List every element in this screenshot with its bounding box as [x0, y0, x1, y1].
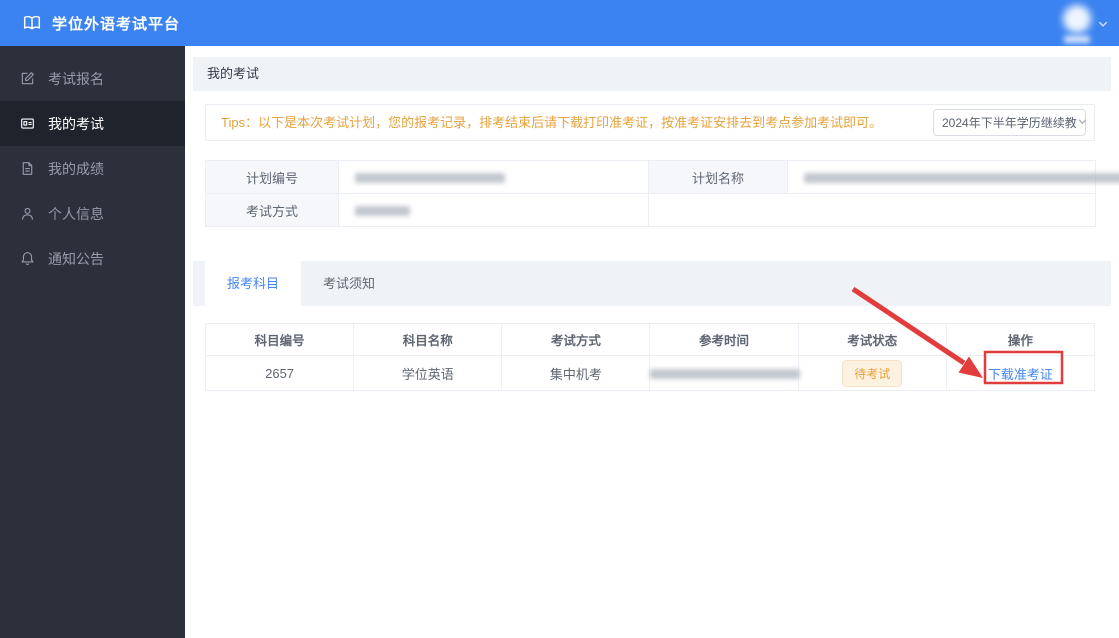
sidebar-item-label: 通知公告 [48, 250, 104, 267]
score-document-icon [20, 161, 35, 176]
open-book-icon [22, 14, 42, 32]
subject-status: 待考试 [797, 355, 947, 391]
redacted-value [355, 206, 410, 217]
tab-registered-subjects[interactable]: 报考科目 [205, 261, 301, 306]
subject-code: 2657 [204, 355, 355, 391]
term-select-value: 2024年下半年学历继续教 [942, 116, 1077, 130]
sidebar-item-label: 我的考试 [48, 115, 104, 132]
redacted-value [650, 369, 801, 380]
app-brand: 学位外语考试平台 [0, 13, 180, 34]
sidebar: 考试报名 我的考试 我的成绩 个人信息 通知公告 [0, 46, 185, 638]
plan-no-label: 计划编号 [205, 160, 339, 194]
sidebar-item-label: 我的成绩 [48, 160, 104, 177]
download-admission-ticket-link[interactable]: 下载准考证 [988, 367, 1053, 382]
subjects-table: 科目编号 科目名称 考试方式 参考时间 考试状态 操作 2657 学位英语 集中… [204, 323, 1096, 391]
subject-actions: 下载准考证 [945, 355, 1096, 391]
status-badge: 待考试 [842, 359, 903, 387]
user-menu[interactable] [1063, 5, 1109, 43]
plan-info-row: 计划编号 计划名称 [205, 160, 1119, 194]
subject-name: 学位英语 [353, 355, 503, 391]
plan-info-table: 计划编号 计划名称 考试方式 [205, 160, 1119, 227]
redacted-value [804, 173, 1119, 184]
col-subject-code: 科目编号 [204, 323, 355, 356]
tips-banner: Tips：以下是本次考试计划，您的报考记录，排考结束后请下载打印准考证，按准考证… [205, 104, 1095, 141]
edit-icon [20, 71, 35, 86]
sidebar-item-my-scores[interactable]: 我的成绩 [0, 146, 185, 191]
main-content: 我的考试 Tips：以下是本次考试计划，您的报考记录，排考结束后请下载打印准考证… [185, 46, 1119, 638]
redacted-value [355, 173, 505, 184]
col-exam-mode: 考试方式 [501, 323, 651, 356]
sidebar-item-exam-signup[interactable]: 考试报名 [0, 56, 185, 101]
sidebar-item-notices[interactable]: 通知公告 [0, 236, 185, 281]
col-exam-time: 参考时间 [649, 323, 799, 356]
chevron-down-icon[interactable] [1097, 17, 1109, 35]
col-subject-name: 科目名称 [353, 323, 503, 356]
subjects-header-row: 科目编号 科目名称 考试方式 参考时间 考试状态 操作 [204, 323, 1096, 356]
sidebar-item-my-exams[interactable]: 我的考试 [0, 101, 185, 146]
subject-exam-time [649, 355, 801, 391]
app-title: 学位外语考试平台 [52, 15, 181, 33]
exam-mode-label: 考试方式 [205, 193, 339, 227]
bell-icon [20, 251, 35, 266]
col-actions: 操作 [945, 323, 1096, 356]
person-icon [20, 206, 35, 221]
sidebar-item-label: 考试报名 [48, 70, 104, 87]
exam-card-icon [20, 116, 35, 131]
plan-no-value [338, 160, 649, 194]
tab-strip: 报考科目 考试须知 [193, 261, 1111, 306]
top-navbar: 学位外语考试平台 [0, 0, 1119, 46]
col-exam-status: 考试状态 [797, 323, 947, 356]
empty-cell [648, 193, 1096, 227]
exam-mode-value [338, 193, 649, 227]
app-window: 学位外语考试平台 考试报名 我的考试 我的成绩 个人信息 通知公告 我的考试 T… [0, 0, 1119, 638]
chevron-down-icon [1077, 116, 1088, 130]
term-select-dropdown[interactable]: 2024年下半年学历继续教 [933, 109, 1086, 136]
plan-name-label: 计划名称 [648, 160, 788, 194]
user-name-redacted [1064, 36, 1090, 43]
tips-text: Tips：以下是本次考试计划，您的报考记录，排考结束后请下载打印准考证，按准考证… [221, 115, 883, 130]
page-title: 我的考试 [193, 57, 1111, 91]
subject-row: 2657 学位英语 集中机考 待考试 下载准考证 [204, 355, 1096, 391]
plan-name-value [787, 160, 1119, 194]
plan-info-row: 考试方式 [205, 193, 1096, 227]
sidebar-item-profile[interactable]: 个人信息 [0, 191, 185, 236]
avatar[interactable] [1063, 5, 1091, 33]
subject-exam-mode: 集中机考 [501, 355, 651, 391]
sidebar-item-label: 个人信息 [48, 205, 104, 222]
tab-exam-notice[interactable]: 考试须知 [301, 261, 397, 306]
